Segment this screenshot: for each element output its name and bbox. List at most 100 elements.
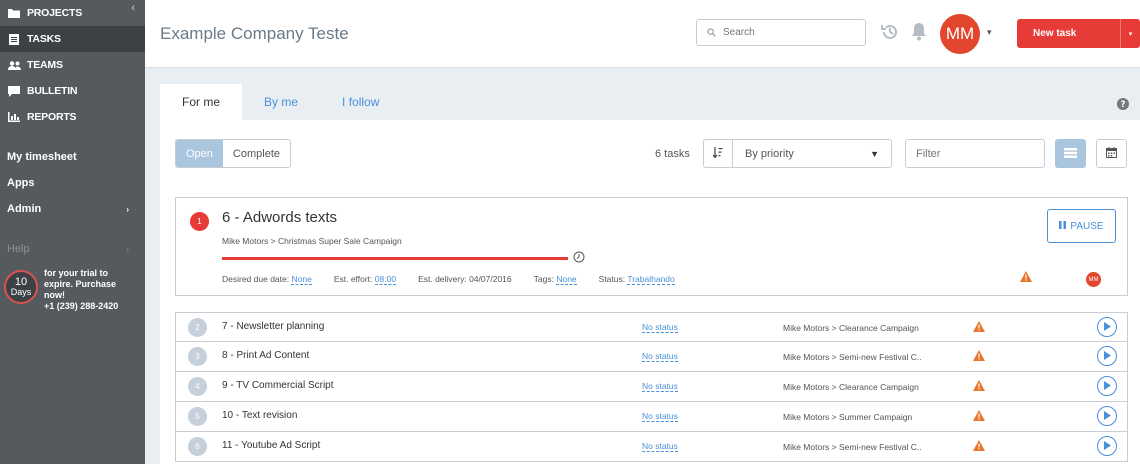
- sidebar-link-admin[interactable]: Admin ›: [0, 196, 145, 222]
- task-row[interactable]: 4 9 - TV Commercial Script No status Mik…: [175, 372, 1128, 402]
- assignee-avatar[interactable]: MM: [1086, 272, 1101, 287]
- new-task-dropdown-toggle[interactable]: ▾: [1120, 19, 1140, 48]
- history-icon[interactable]: [880, 22, 900, 45]
- tags-meta: Tags: None: [534, 274, 577, 285]
- list-icon: [1064, 147, 1077, 161]
- chevron-down-icon[interactable]: ▾: [987, 27, 992, 38]
- trial-days-unit: Days: [10, 287, 32, 297]
- sidebar-link-apps[interactable]: Apps: [0, 170, 145, 196]
- trial-text: for your trial to expire. Purchase now! …: [44, 268, 118, 312]
- svg-text:?: ?: [1120, 100, 1125, 110]
- delivery-meta: Est. delivery: 04/07/2016: [418, 274, 512, 284]
- sort-select-value: By priority: [745, 147, 794, 160]
- effort-label: Est. effort:: [333, 274, 373, 284]
- play-icon: [1103, 349, 1111, 363]
- trial-line: now!: [44, 290, 65, 300]
- effort-meta: Est. effort: 08:00: [333, 274, 397, 285]
- chevron-right-icon: ›: [126, 244, 129, 254]
- sidebar-item-reports[interactable]: REPORTS: [0, 104, 145, 130]
- task-row[interactable]: 3 8 - Print Ad Content No status Mike Mo…: [175, 342, 1128, 372]
- tab-for-me[interactable]: For me: [160, 84, 243, 120]
- sidebar-link-my-timesheet[interactable]: My timesheet: [0, 144, 145, 170]
- user-avatar[interactable]: MM: [940, 14, 980, 54]
- play-button[interactable]: [1097, 376, 1117, 396]
- trial-line: expire. Purchase: [44, 279, 117, 289]
- active-task-card[interactable]: 1 6 - Adwords texts Mike Motors > Christ…: [175, 197, 1128, 296]
- sidebar-link-help[interactable]: Help ›: [0, 236, 145, 262]
- task-count: 6 tasks: [655, 148, 690, 160]
- search-icon: [707, 26, 716, 40]
- chevron-down-icon: ▼: [870, 148, 879, 159]
- sidebar-item-bulletin[interactable]: BULLETIN: [0, 78, 145, 104]
- trial-days-badge: 10 Days: [4, 270, 38, 304]
- new-task-label: New task: [1033, 28, 1077, 39]
- task-row[interactable]: 6 11 - Youtube Ad Script No status Mike …: [175, 432, 1128, 462]
- reports-icon: [7, 111, 21, 123]
- task-priority-number: 6: [188, 437, 207, 456]
- sidebar-item-label: TEAMS: [27, 59, 63, 71]
- task-row[interactable]: 5 10 - Text revision No status Mike Moto…: [175, 402, 1128, 432]
- trial-notice[interactable]: 10 Days for your trial to expire. Purcha…: [0, 262, 145, 312]
- task-status-link[interactable]: No status: [642, 411, 678, 422]
- task-title[interactable]: 9 - TV Commercial Script: [222, 380, 334, 391]
- sidebar-link-label: My timesheet: [7, 151, 77, 163]
- play-icon: [1103, 320, 1111, 334]
- task-title[interactable]: 6 - Adwords texts: [222, 209, 337, 226]
- sort-direction-button[interactable]: [703, 139, 733, 168]
- task-priority-number: 3: [188, 347, 207, 366]
- bell-icon[interactable]: [911, 22, 927, 44]
- task-title[interactable]: 7 - Newsletter planning: [222, 321, 324, 332]
- play-icon: [1103, 409, 1111, 423]
- chevron-right-icon: ›: [126, 204, 129, 214]
- filter-input[interactable]: [905, 139, 1045, 168]
- task-project: Mike Motors > Semi-new Festival C..: [783, 352, 922, 362]
- sidebar-item-projects[interactable]: PROJECTS: [0, 0, 145, 26]
- warning-icon: [1020, 271, 1032, 285]
- task-title[interactable]: 11 - Youtube Ad Script: [222, 440, 320, 451]
- status-label: Status:: [598, 274, 626, 284]
- calendar-view-button[interactable]: [1096, 139, 1127, 168]
- task-title[interactable]: 8 - Print Ad Content: [222, 350, 309, 361]
- task-row[interactable]: 2 7 - Newsletter planning No status Mike…: [175, 312, 1128, 342]
- play-icon: [1103, 379, 1111, 393]
- tab-i-follow[interactable]: I follow: [320, 84, 401, 120]
- task-list: 2 7 - Newsletter planning No status Mike…: [175, 312, 1128, 462]
- list-view-button[interactable]: [1055, 139, 1086, 168]
- task-status-link[interactable]: No status: [642, 381, 678, 392]
- play-button[interactable]: [1097, 317, 1117, 337]
- due-date-value[interactable]: None: [291, 274, 312, 285]
- sidebar-item-tasks[interactable]: TASKS: [0, 26, 145, 52]
- search-input[interactable]: [723, 27, 853, 38]
- play-button[interactable]: [1097, 436, 1117, 456]
- task-title[interactable]: 10 - Text revision: [222, 410, 297, 421]
- calendar-icon: [1106, 146, 1117, 161]
- task-status-link[interactable]: No status: [642, 351, 678, 362]
- task-status-link[interactable]: No status: [642, 441, 678, 452]
- search-box[interactable]: [696, 19, 866, 46]
- effort-value[interactable]: 08:00: [374, 274, 397, 285]
- warning-icon: [973, 350, 985, 364]
- pause-button[interactable]: PAUSE: [1047, 209, 1116, 243]
- help-icon[interactable]: ?: [1117, 98, 1129, 113]
- status-value[interactable]: Trabalhando: [627, 274, 675, 285]
- new-task-button[interactable]: New task ▾: [1017, 19, 1140, 48]
- open-filter-button[interactable]: Open: [176, 140, 223, 167]
- due-date-label: Desired due date:: [222, 274, 290, 284]
- sidebar-item-teams[interactable]: TEAMS: [0, 52, 145, 78]
- task-project: Mike Motors > Clearance Campaign: [783, 323, 919, 333]
- tab-by-me[interactable]: By me: [242, 84, 320, 120]
- tags-value[interactable]: None: [556, 274, 577, 285]
- sort-select[interactable]: By priority ▼: [732, 139, 892, 168]
- task-status-link[interactable]: No status: [642, 322, 678, 333]
- sidebar-link-label: Help: [7, 243, 30, 255]
- complete-filter-button[interactable]: Complete: [223, 140, 290, 167]
- play-button[interactable]: [1097, 346, 1117, 366]
- task-meta: Desired due date: None Est. effort: 08:0…: [222, 274, 697, 285]
- sidebar-item-label: TASKS: [27, 33, 61, 45]
- open-complete-toggle: Open Complete: [175, 139, 291, 168]
- task-progress-bar: [222, 257, 568, 260]
- sidebar-collapse-icon[interactable]: ‹: [131, 2, 135, 14]
- play-button[interactable]: [1097, 406, 1117, 426]
- task-project: Mike Motors > Clearance Campaign: [783, 382, 919, 392]
- trial-line: for your trial to: [44, 268, 109, 278]
